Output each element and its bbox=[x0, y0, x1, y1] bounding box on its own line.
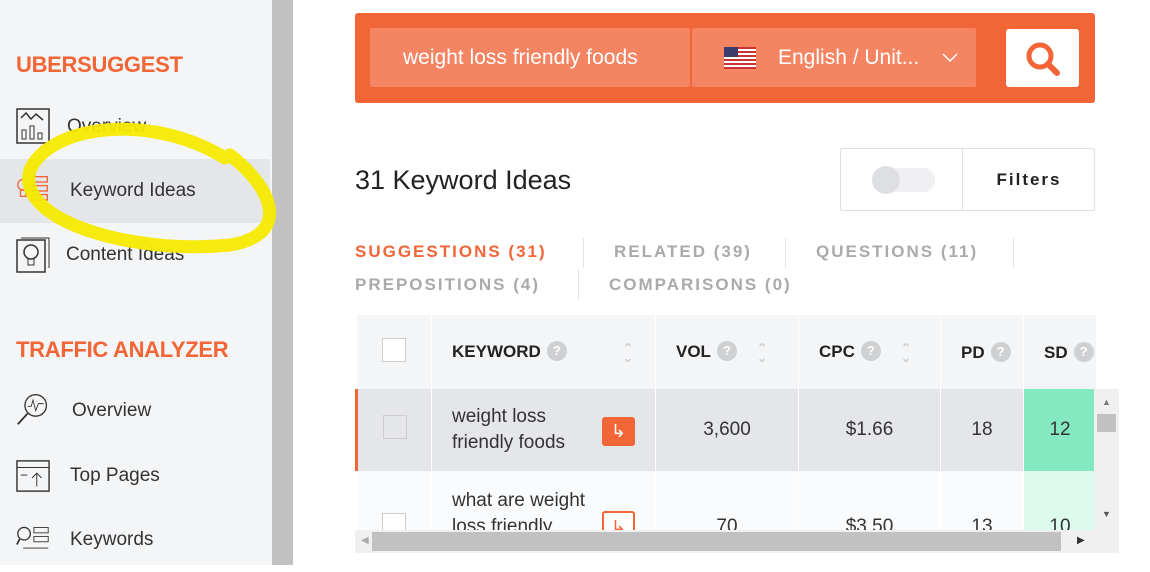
sidebar-scrollbar[interactable] bbox=[272, 0, 293, 565]
section-title-traffic-analyzer: TRAFFIC ANALYZER bbox=[16, 337, 229, 362]
vol-cell: 3,600 bbox=[655, 389, 799, 471]
row-checkbox[interactable] bbox=[382, 415, 407, 439]
keyword-table: KEYWORD? ⌃ ⌄ VOL? ⌃ ⌄ CPC? ⌃ ⌄ PD? SD? weight … bbox=[355, 315, 1097, 553]
open-keyword-icon[interactable]: ↳ bbox=[602, 417, 635, 446]
language-select[interactable]: English / Unit... bbox=[692, 28, 976, 87]
sidebar: UBERSUGGEST Overview Keyword Ideas Conte… bbox=[0, 0, 272, 565]
tab-comparisons[interactable]: COMPARISONS (0) bbox=[609, 275, 792, 295]
sidebar-item-label: Content Ideas bbox=[66, 244, 185, 265]
help-icon[interactable]: ? bbox=[990, 341, 1011, 362]
sidebar-item-top-pages[interactable]: Top Pages bbox=[0, 444, 270, 508]
select-all-checkbox[interactable] bbox=[381, 337, 406, 362]
sd-cell: 12 bbox=[1023, 389, 1097, 471]
sidebar-item-label: Keyword Ideas bbox=[70, 180, 196, 201]
help-icon[interactable]: ? bbox=[1073, 341, 1094, 362]
sidebar-item-label: Keywords bbox=[70, 529, 154, 550]
us-flag-icon bbox=[724, 46, 756, 69]
sidebar-item-content-ideas[interactable]: Content Ideas bbox=[0, 223, 270, 287]
chevron-down-icon bbox=[942, 53, 958, 63]
keyword-search-input[interactable]: weight loss friendly foods bbox=[370, 28, 690, 87]
search-bar: weight loss friendly foods English / Uni… bbox=[355, 13, 1095, 103]
page-title: 31 Keyword Ideas bbox=[355, 165, 572, 195]
table-vertical-scrollbar[interactable]: ▲ ▼ bbox=[1094, 389, 1119, 530]
sidebar-item-keywords[interactable]: Keywords bbox=[0, 508, 270, 572]
table-horizontal-scrollbar[interactable]: ◀ ▶ bbox=[355, 530, 1119, 553]
sort-icon[interactable]: ⌃ ⌄ bbox=[901, 342, 911, 364]
search-icon bbox=[1026, 42, 1060, 76]
col-sd: SD? bbox=[1023, 315, 1097, 389]
help-icon[interactable]: ? bbox=[546, 341, 567, 362]
sort-icon[interactable]: ⌃ ⌄ bbox=[757, 342, 767, 364]
magnifier-list-icon bbox=[16, 526, 49, 549]
tab-prepositions[interactable]: PREPOSITIONS (4) bbox=[355, 275, 540, 295]
lightbulb-icon bbox=[16, 237, 50, 273]
tab-related[interactable]: RELATED (39) bbox=[614, 242, 752, 262]
upload-page-icon bbox=[16, 460, 50, 492]
magnifier-pulse-icon bbox=[17, 394, 48, 425]
pd-cell: 18 bbox=[940, 389, 1024, 471]
tab-questions[interactable]: QUESTIONS (11) bbox=[816, 242, 978, 262]
search-button[interactable] bbox=[1006, 29, 1079, 87]
filters-toggle[interactable] bbox=[872, 166, 935, 194]
sidebar-item-label: Top Pages bbox=[70, 465, 160, 486]
brand-title: UBERSUGGEST bbox=[16, 52, 183, 77]
filters-button[interactable]: Filters bbox=[963, 149, 1095, 210]
keyword-cell: weight loss friendly foods bbox=[452, 406, 566, 453]
filters-box: Filters bbox=[840, 148, 1095, 211]
sidebar-item-overview[interactable]: Overview bbox=[0, 95, 270, 159]
sidebar-item-label: Overview bbox=[72, 400, 152, 421]
sort-icon[interactable]: ⌃ ⌄ bbox=[623, 342, 633, 364]
col-pd: PD? bbox=[940, 315, 1024, 389]
col-vol[interactable]: VOL? ⌃ ⌄ bbox=[655, 315, 799, 389]
chart-icon bbox=[16, 108, 50, 144]
sidebar-item-label: Overview bbox=[67, 116, 147, 137]
lightbulb-list-icon bbox=[17, 176, 48, 201]
tab-suggestions[interactable]: SUGGESTIONS (31) bbox=[355, 242, 547, 262]
table-row[interactable]: weight loss friendly foods ↳ 3,600 $1.66 … bbox=[355, 389, 1097, 471]
col-keyword[interactable]: KEYWORD? ⌃ ⌄ bbox=[431, 315, 656, 389]
help-icon[interactable]: ? bbox=[716, 341, 737, 362]
help-icon[interactable]: ? bbox=[860, 341, 881, 362]
table-header: KEYWORD? ⌃ ⌄ VOL? ⌃ ⌄ CPC? ⌃ ⌄ PD? SD? bbox=[356, 315, 1097, 389]
language-label: English / Unit... bbox=[778, 45, 920, 69]
cpc-cell: $1.66 bbox=[798, 389, 941, 471]
sidebar-item-keyword-ideas[interactable]: Keyword Ideas bbox=[0, 159, 270, 223]
sidebar-item-traffic-overview[interactable]: Overview bbox=[0, 379, 270, 443]
col-cpc[interactable]: CPC? ⌃ ⌄ bbox=[798, 315, 941, 389]
